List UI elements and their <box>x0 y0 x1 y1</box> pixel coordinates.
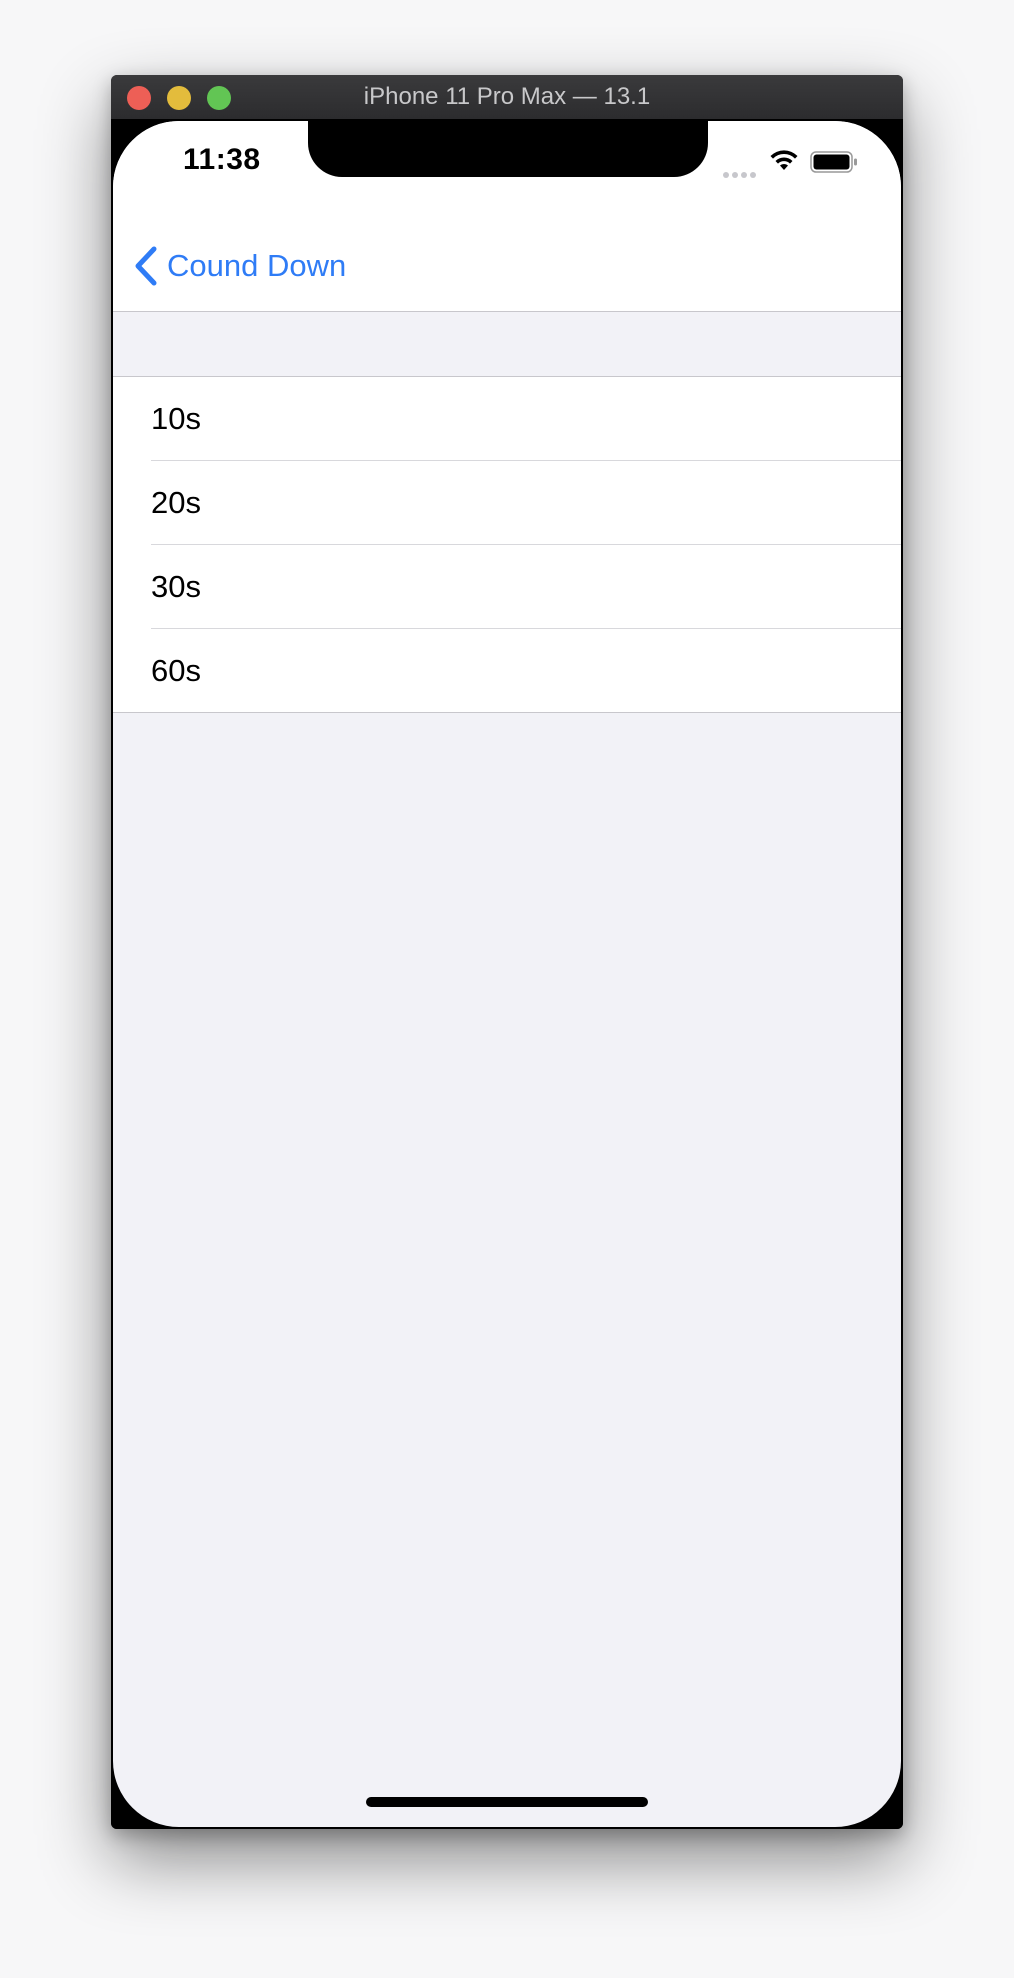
simulator-window: iPhone 11 Pro Max — 13.1 11:38 Cound Dow… <box>111 75 903 1829</box>
back-button[interactable]: Cound Down <box>133 243 346 289</box>
table-row[interactable]: 60s <box>113 629 901 713</box>
status-time: 11:38 <box>183 143 261 176</box>
desktop-background: iPhone 11 Pro Max — 13.1 11:38 Cound Dow… <box>0 0 1014 1978</box>
row-label: 20s <box>151 485 201 520</box>
row-label: 60s <box>151 653 201 688</box>
battery-icon <box>810 151 857 173</box>
device-screen: 11:38 Cound Down 10s 20s 30s 60s <box>113 121 901 1827</box>
chevron-left-icon <box>135 246 157 286</box>
navigation-bar: Cound Down <box>113 221 901 312</box>
window-titlebar[interactable]: iPhone 11 Pro Max — 13.1 <box>111 75 903 120</box>
device-notch <box>308 121 708 177</box>
wifi-icon <box>770 150 798 170</box>
home-indicator[interactable] <box>366 1797 648 1807</box>
row-label: 30s <box>151 569 201 604</box>
row-label: 10s <box>151 401 201 436</box>
countdown-options-table: 10s 20s 30s 60s <box>113 312 901 713</box>
table-row[interactable]: 20s <box>113 461 901 545</box>
device-frame: 11:38 Cound Down 10s 20s 30s 60s <box>111 119 903 1829</box>
table-section-header <box>113 312 901 377</box>
row-divider <box>113 712 901 713</box>
table-row[interactable]: 10s <box>113 377 901 461</box>
window-title: iPhone 11 Pro Max — 13.1 <box>363 83 651 110</box>
back-button-label: Cound Down <box>167 248 347 283</box>
status-bar: 11:38 <box>113 121 901 221</box>
table-row[interactable]: 30s <box>113 545 901 629</box>
signal-icon <box>723 165 759 178</box>
